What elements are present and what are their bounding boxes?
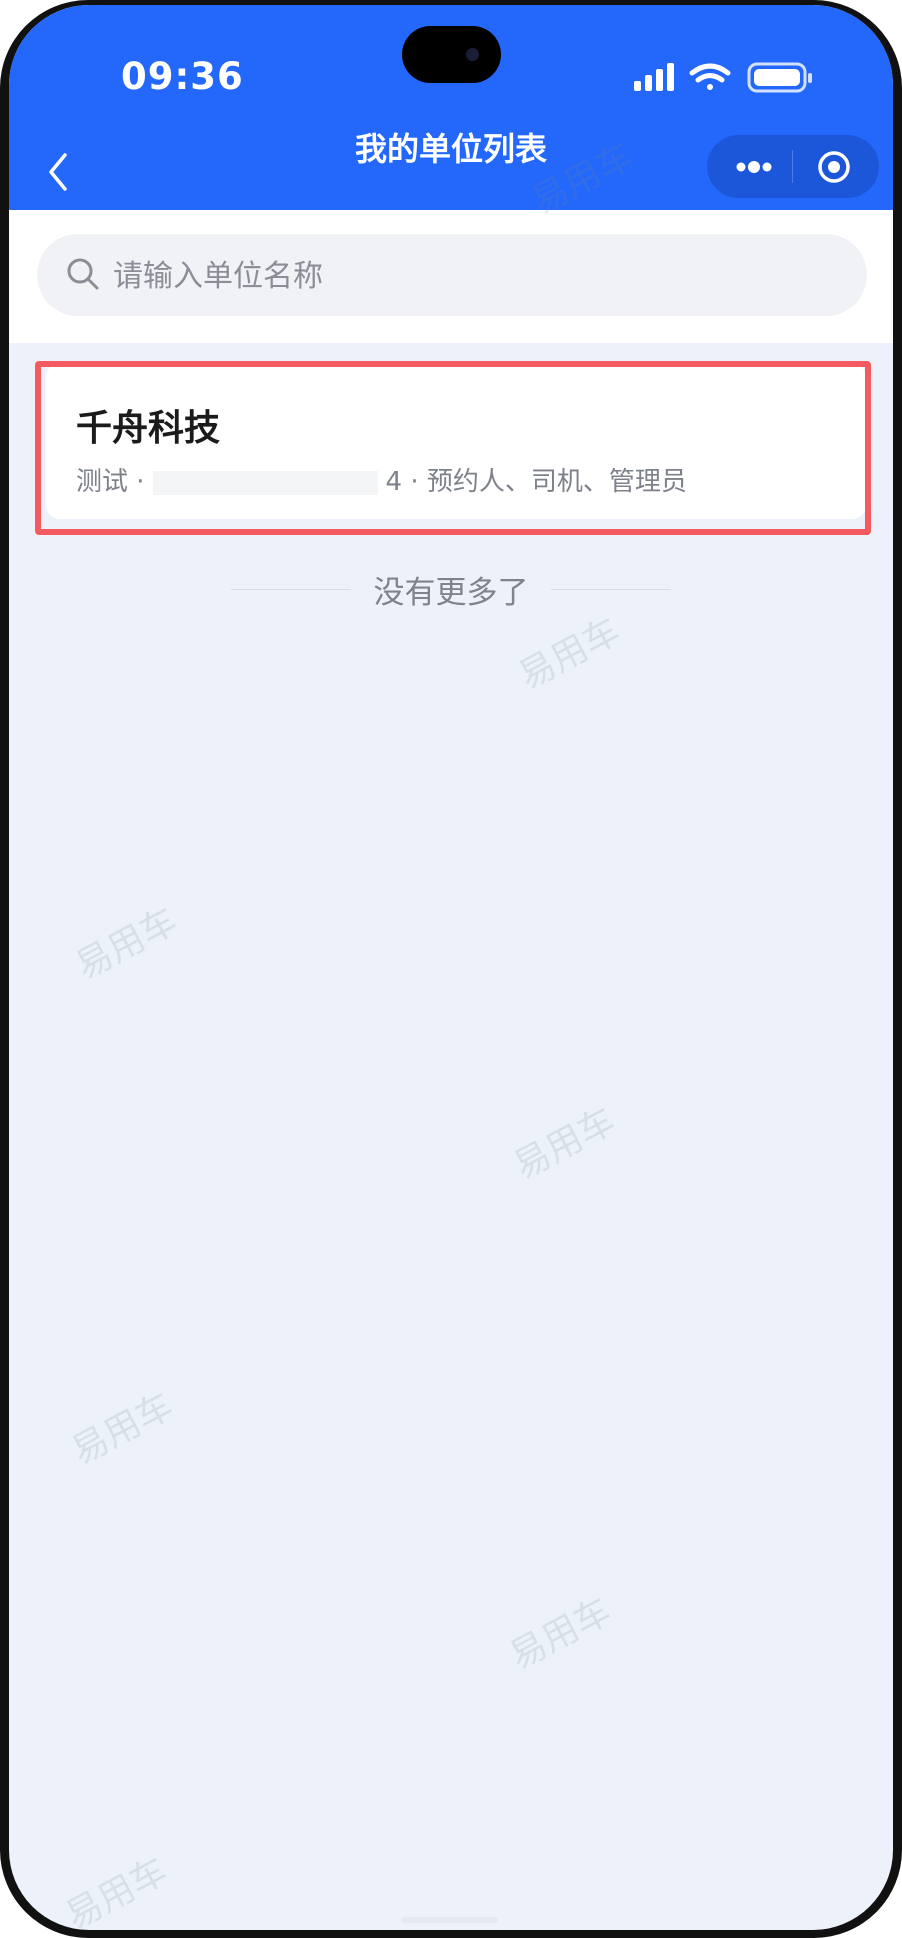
camera-icon <box>466 48 479 61</box>
unit-tag: 测试 · <box>76 467 145 497</box>
unit-roles: · 预约人、司机、管理员 <box>410 467 687 497</box>
search-icon <box>67 258 99 290</box>
header-bar: 09:36 我的单位列表 <box>9 5 893 210</box>
mini-program-capsule <box>707 135 879 198</box>
phone-redacted <box>152 470 378 495</box>
phone-frame: 09:36 我的单位列表 请输入单位名称 千舟科技 测试 · 4 · 预约人、司… <box>0 0 902 1938</box>
unit-card[interactable]: 千舟科技 测试 · 4 · 预约人、司机、管理员 <box>46 363 866 519</box>
more-dots-icon[interactable] <box>721 143 785 191</box>
watermark: 易用车 <box>69 900 184 988</box>
watermark: 易用车 <box>512 610 627 698</box>
watermark: 易用车 <box>507 1100 622 1188</box>
phone-tail: 4 <box>385 467 403 497</box>
search-section <box>9 210 893 343</box>
screen: 09:36 我的单位列表 请输入单位名称 千舟科技 测试 · 4 · 预约人、司… <box>9 5 893 1930</box>
unit-meta: 测试 · 4 · 预约人、司机、管理员 <box>76 461 687 498</box>
watermark: 易用车 <box>65 1385 180 1473</box>
capsule-divider <box>792 150 793 183</box>
watermark: 易用车 <box>59 1850 174 1930</box>
watermark: 易用车 <box>503 1590 618 1678</box>
no-more-text: 没有更多了 <box>373 575 529 611</box>
dynamic-island <box>402 26 501 83</box>
target-circle-icon[interactable] <box>802 143 866 191</box>
list-end: 没有更多了 <box>9 567 893 611</box>
search-box[interactable] <box>37 234 867 318</box>
search-input[interactable] <box>111 234 835 318</box>
battery-icon <box>747 62 812 93</box>
cellular-signal-icon <box>634 63 674 91</box>
unit-name: 千舟科技 <box>76 408 221 449</box>
status-time: 09:36 <box>121 55 244 98</box>
status-icons <box>634 62 812 93</box>
wifi-icon <box>689 63 731 90</box>
home-indicator <box>402 1917 498 1923</box>
